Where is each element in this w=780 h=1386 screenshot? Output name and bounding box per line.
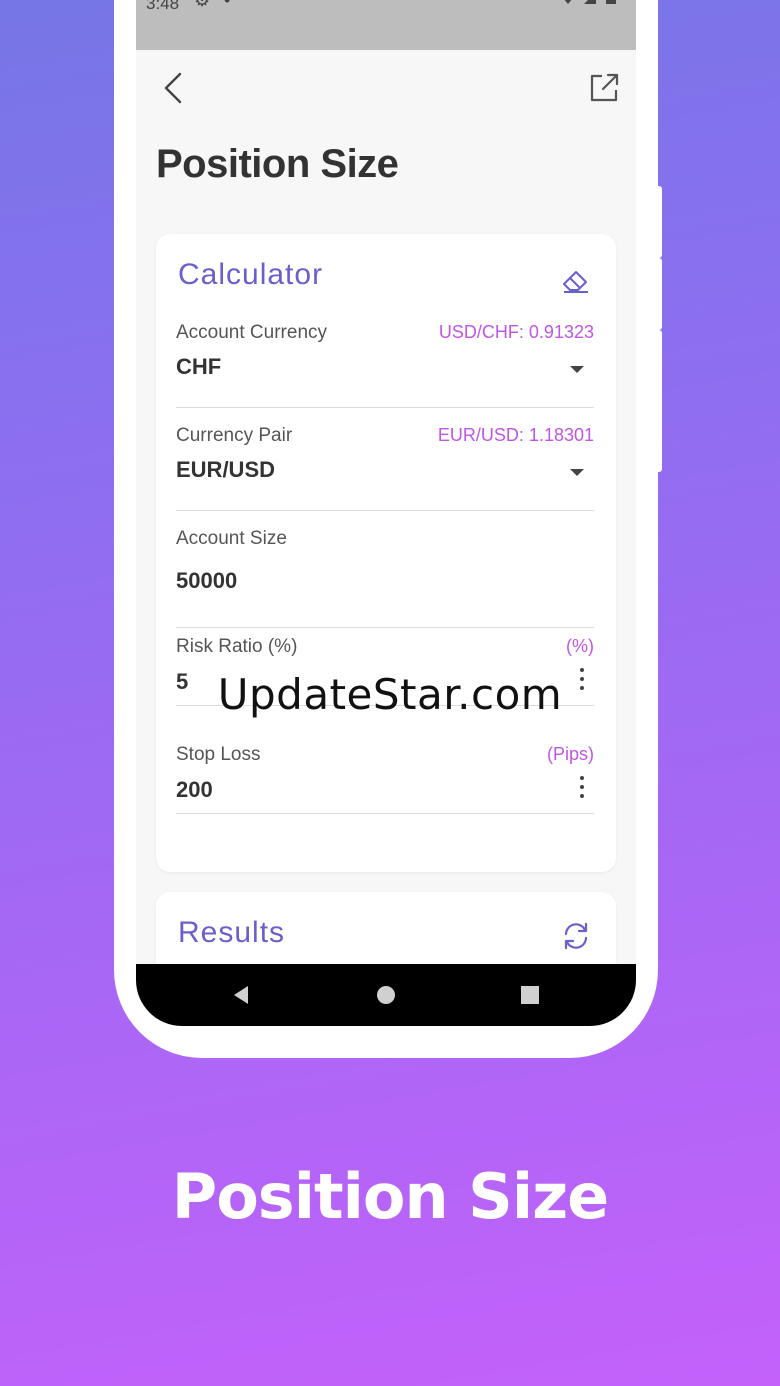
account-size-label: Account Size bbox=[176, 528, 287, 549]
currency-pair-rate: EUR/USD: 1.18301 bbox=[437, 425, 594, 445]
risk-ratio-label: Risk Ratio (%) bbox=[176, 636, 298, 657]
stop-loss-field: Stop Loss (Pips) bbox=[176, 744, 594, 814]
field-underline bbox=[176, 813, 594, 814]
account-currency-label: Account Currency bbox=[176, 322, 328, 343]
signal-battery-icon bbox=[564, 0, 616, 4]
back-button[interactable] bbox=[154, 68, 194, 108]
page-title: Position Size bbox=[156, 142, 399, 186]
stop-loss-input[interactable] bbox=[176, 770, 556, 810]
currency-pair-select[interactable]: Currency Pair EUR/USD: 1.18301 EUR/USD bbox=[176, 425, 594, 511]
open-external-icon bbox=[590, 73, 619, 102]
currency-pair-label: Currency Pair bbox=[176, 425, 293, 446]
refresh-button[interactable] bbox=[560, 920, 592, 952]
calculator-card: Calculator Account Currency USD/CHF: 0.9… bbox=[156, 234, 616, 872]
status-time: 3:48 bbox=[146, 0, 180, 13]
account-size-field: Account Size bbox=[176, 528, 594, 628]
status-icons bbox=[556, 0, 626, 15]
phone-side-button bbox=[656, 330, 662, 472]
eraser-icon bbox=[563, 271, 588, 293]
stop-loss-label: Stop Loss bbox=[176, 744, 261, 765]
phone-side-button bbox=[656, 258, 662, 330]
nav-recent-icon bbox=[521, 986, 539, 1004]
calculator-title: Calculator bbox=[178, 258, 324, 291]
nav-recent-button[interactable] bbox=[517, 982, 543, 1008]
chevron-left-icon bbox=[164, 72, 182, 104]
currency-pair-value: EUR/USD bbox=[176, 457, 276, 482]
phone-side-button bbox=[656, 186, 662, 258]
field-underline bbox=[176, 627, 594, 628]
gear-icon: ⚙ bbox=[194, 0, 211, 10]
nav-back-button[interactable] bbox=[228, 982, 254, 1008]
account-currency-select[interactable]: Account Currency USD/CHF: 0.91323 CHF bbox=[176, 322, 594, 408]
field-underline bbox=[176, 510, 594, 511]
nav-home-button[interactable] bbox=[373, 982, 399, 1008]
risk-ratio-unit: (%) bbox=[566, 636, 594, 656]
watermark: UpdateStar.com bbox=[217, 670, 563, 719]
status-bar: 3:48 ⚙ • bbox=[136, 0, 636, 50]
dot-icon: • bbox=[224, 0, 231, 10]
account-currency-rate: USD/CHF: 0.91323 bbox=[438, 322, 594, 342]
system-nav-bar bbox=[136, 964, 636, 1026]
refresh-icon bbox=[564, 922, 588, 950]
clear-button[interactable] bbox=[560, 264, 592, 296]
account-currency-value: CHF bbox=[176, 354, 222, 379]
phone-screen: 3:48 ⚙ • Position Size Calculator Accoun… bbox=[136, 0, 636, 1026]
dropdown-arrow-icon bbox=[570, 469, 584, 476]
open-external-button[interactable] bbox=[586, 70, 622, 106]
dropdown-arrow-icon bbox=[570, 366, 584, 373]
stop-loss-unit: (Pips) bbox=[546, 744, 594, 764]
nav-home-icon bbox=[377, 986, 395, 1004]
caption-title: Position Size bbox=[171, 1160, 609, 1233]
field-underline bbox=[176, 407, 594, 408]
more-vert-icon[interactable] bbox=[578, 776, 586, 802]
results-title: Results bbox=[178, 916, 286, 949]
account-size-input[interactable] bbox=[176, 554, 556, 608]
app-bar bbox=[136, 50, 636, 130]
nav-back-icon bbox=[234, 986, 248, 1004]
